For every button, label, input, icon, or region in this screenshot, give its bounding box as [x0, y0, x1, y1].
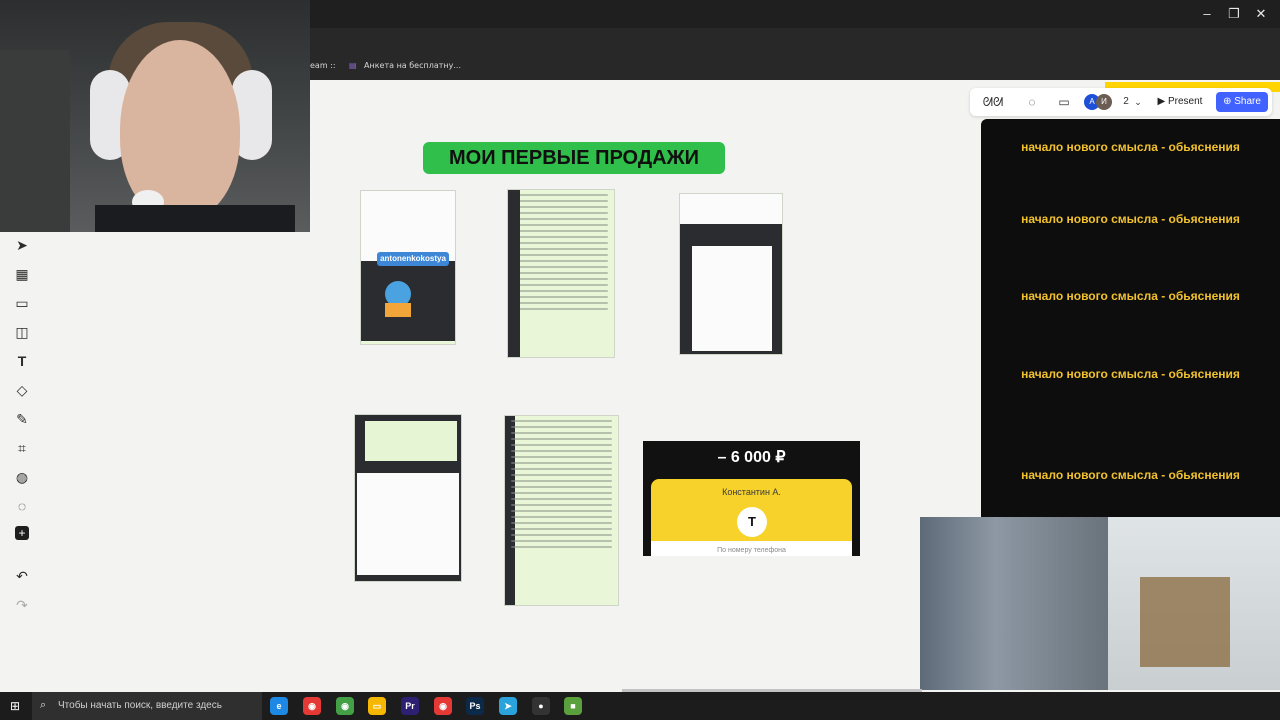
play-icon: ▶ — [1157, 96, 1168, 107]
share-user-icon: ⊕ — [1223, 96, 1235, 107]
minimize-button[interactable]: – — [1192, 4, 1222, 24]
chat-screenshot[interactable] — [360, 190, 456, 345]
chrome-icon[interactable]: ◉ — [434, 697, 452, 715]
premiere-icon[interactable]: Pr — [401, 697, 419, 715]
bank-logo-icon: Т — [737, 507, 767, 537]
text-icon[interactable]: T — [11, 350, 33, 372]
note-text: начало нового смысла - обьяснения — [1021, 140, 1240, 154]
cartoon-character-icon — [385, 303, 411, 317]
payment-amount: – 6 000 ₽ — [717, 449, 786, 466]
note-text: начало нового смысла - обьяснения — [1021, 212, 1240, 226]
reactions-icon[interactable]: ᘛᘛ — [980, 94, 1006, 110]
taskbar-search[interactable]: Чтобы начать поиск, введите здесь — [32, 692, 262, 720]
bookmark-item[interactable]: Анкета на бесплатну... — [364, 61, 461, 70]
chat-image — [508, 190, 520, 357]
comment-icon[interactable]: ◌ — [11, 495, 33, 517]
payment-method: По номеру телефона — [717, 547, 786, 554]
folder-icon[interactable]: ▭ — [368, 697, 386, 715]
gameplay-overlay — [920, 517, 1280, 690]
notes-panel: начало нового смысла - обьяснения начало… — [981, 119, 1280, 519]
telegram-icon[interactable]: ➤ — [499, 697, 517, 715]
share-label: Share — [1234, 96, 1261, 107]
chrome-icon[interactable]: ◉ — [303, 697, 321, 715]
present-label: Present — [1168, 96, 1203, 107]
board-heading[interactable]: МОИ ПЕРВЫЕ ПРОДАЖИ — [423, 142, 725, 174]
pen-icon[interactable]: ✎ — [11, 408, 33, 430]
photoshop-icon[interactable]: Ps — [466, 697, 484, 715]
shapes-icon[interactable]: ◇ — [11, 379, 33, 401]
present-button[interactable]: ▶ Present — [1150, 92, 1210, 112]
frame-icon[interactable]: ⌗ — [11, 437, 33, 459]
restore-button[interactable]: ❐ — [1219, 4, 1249, 24]
chat-icon[interactable]: ◌ — [1024, 94, 1040, 110]
chat-screenshot[interactable] — [504, 415, 619, 606]
collaborator-avatar[interactable]: И — [1096, 94, 1112, 110]
person-shirt — [95, 205, 295, 232]
video-scene-detail — [1140, 577, 1230, 667]
webcam-overlay — [0, 0, 310, 232]
layout-icon[interactable]: ▭ — [11, 292, 33, 314]
recipient-name: Константин А. — [722, 487, 781, 497]
windows-taskbar: ⊞ Чтобы начать поиск, введите здесь ⌕ e … — [0, 692, 1280, 720]
username-tag: antonenkokostya — [377, 252, 449, 266]
note-text: начало нового смысла - обьяснения — [1021, 468, 1240, 482]
chevron-down-icon[interactable]: ⌄ — [1130, 94, 1146, 110]
chat-screenshot[interactable] — [507, 189, 615, 358]
close-button[interactable]: ✕ — [1246, 4, 1276, 24]
templates-icon[interactable]: ▦ — [11, 263, 33, 285]
board-toolbar: ➤ ▦ ▭ ◫ T ◇ ✎ ⌗ ◍ ◌ + ↶ ↷ — [0, 232, 44, 692]
bookmark-item[interactable]: eam :: — [310, 61, 336, 70]
minecraft-icon[interactable]: ■ — [564, 697, 582, 715]
board-topbar: ᘛᘛ ◌ ▭ А И 2 ⌄ ▶ Present ⊕ Share — [970, 88, 1272, 116]
video-call-icon[interactable]: ▭ — [1056, 94, 1072, 110]
chat-bubble — [357, 473, 459, 575]
background-shelf — [0, 50, 70, 232]
chat-screenshot[interactable] — [679, 193, 783, 355]
add-more-icon[interactable]: + — [15, 526, 29, 540]
form-icon: ▤ — [349, 61, 357, 70]
windows-start-icon[interactable]: ⊞ — [10, 699, 24, 713]
note-text: начало нового смысла - обьяснения — [1021, 289, 1240, 303]
undo-icon[interactable]: ↶ — [11, 565, 33, 587]
sticky-note-icon[interactable]: ◫ — [11, 321, 33, 343]
chat-screenshot[interactable] — [354, 414, 462, 582]
game-scene — [920, 517, 1108, 690]
search-icon: ⌕ — [40, 699, 47, 711]
chat-bubble — [361, 191, 455, 261]
edge-icon[interactable]: e — [270, 697, 288, 715]
chrome-icon[interactable]: ◉ — [336, 697, 354, 715]
share-button[interactable]: ⊕ Share — [1216, 92, 1268, 112]
note-text: начало нового смысла - обьяснения — [1021, 367, 1240, 381]
chat-bubble — [692, 246, 772, 351]
payment-receipt[interactable]: – 6 000 ₽ Константин А. Т По номеру теле… — [643, 441, 860, 556]
select-cursor-icon[interactable]: ➤ — [11, 234, 33, 256]
chat-bubble — [365, 421, 457, 461]
palette-icon[interactable]: ◍ — [11, 466, 33, 488]
obs-icon[interactable]: ● — [532, 697, 550, 715]
redo-icon[interactable]: ↷ — [11, 594, 33, 616]
